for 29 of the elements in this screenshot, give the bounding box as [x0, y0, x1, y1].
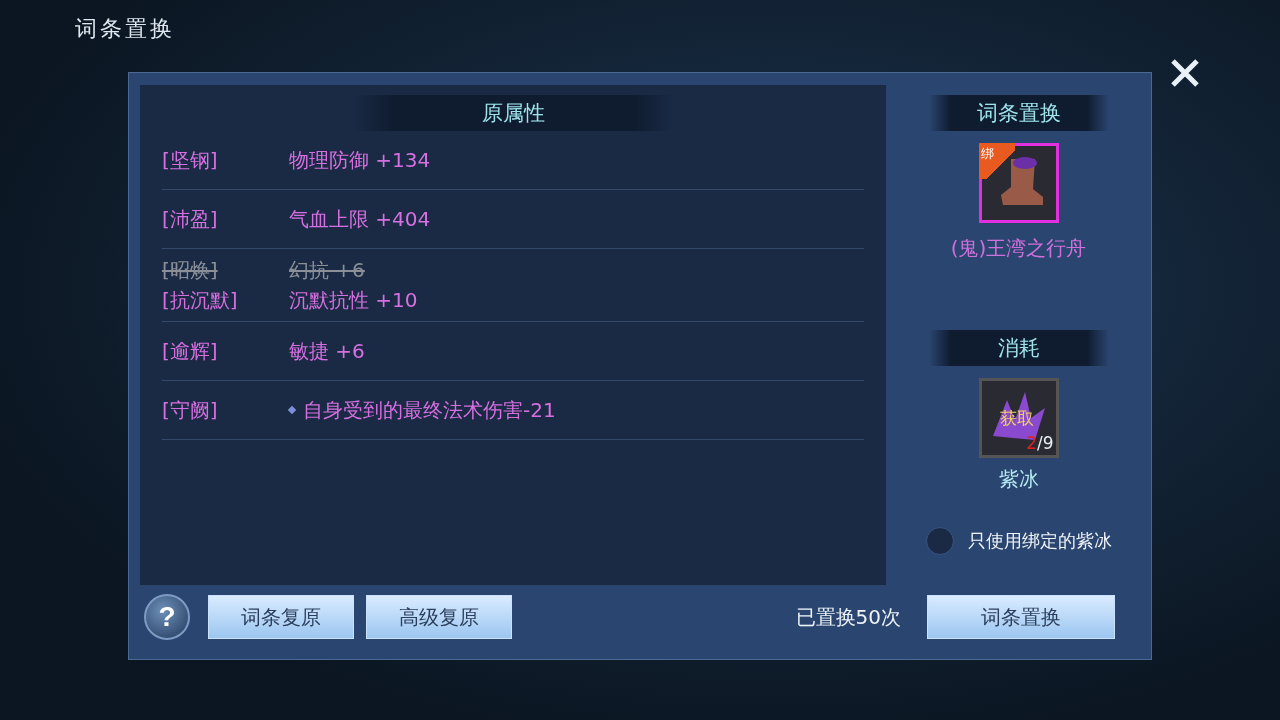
attribute-value: 气血上限 +404: [289, 205, 431, 233]
attribute-tag: [逾辉]: [162, 337, 289, 365]
attribute-value: 物理防御 +134: [289, 146, 431, 174]
item-name: (鬼)王湾之行舟: [950, 235, 1087, 262]
material-slot[interactable]: 获取 2/9: [978, 378, 1059, 458]
attribute-value: 幻抗 +6: [289, 256, 365, 284]
swap-count: 已置换50次: [795, 603, 901, 631]
restore-button[interactable]: 高级复原: [366, 595, 512, 639]
section-header: 消耗: [928, 330, 1109, 366]
radio-button[interactable]: [925, 527, 954, 555]
material-name: 紫冰: [998, 466, 1039, 493]
attribute-value: 沉默抗性 +10: [289, 286, 418, 314]
obtain-label: 获取: [999, 407, 1034, 430]
item-slot[interactable]: 绑: [978, 143, 1059, 223]
attribute-value: 敏捷 +6: [289, 337, 365, 365]
window-title: 词条置换: [75, 15, 175, 43]
attribute-tag: [守阙]: [162, 396, 289, 424]
restore-button[interactable]: 词条复原: [208, 595, 354, 639]
attribute-value: 自身受到的最终法术伤害-21: [303, 396, 556, 424]
help-button[interactable]: ?: [144, 594, 190, 640]
bound-badge: 绑: [978, 143, 1015, 179]
attribute-tag: [沛盈]: [162, 205, 289, 233]
attribute-tag: [抗沉默]: [162, 286, 289, 314]
attribute-tag: [坚钢]: [162, 146, 289, 174]
section-header: 词条置换: [928, 95, 1109, 131]
material-count: 2/9: [1026, 433, 1054, 453]
option-label: 只使用绑定的紫冰: [967, 529, 1112, 553]
attribute-tag: [昭焕]: [162, 256, 289, 284]
swap-button[interactable]: 词条置换: [927, 595, 1115, 639]
